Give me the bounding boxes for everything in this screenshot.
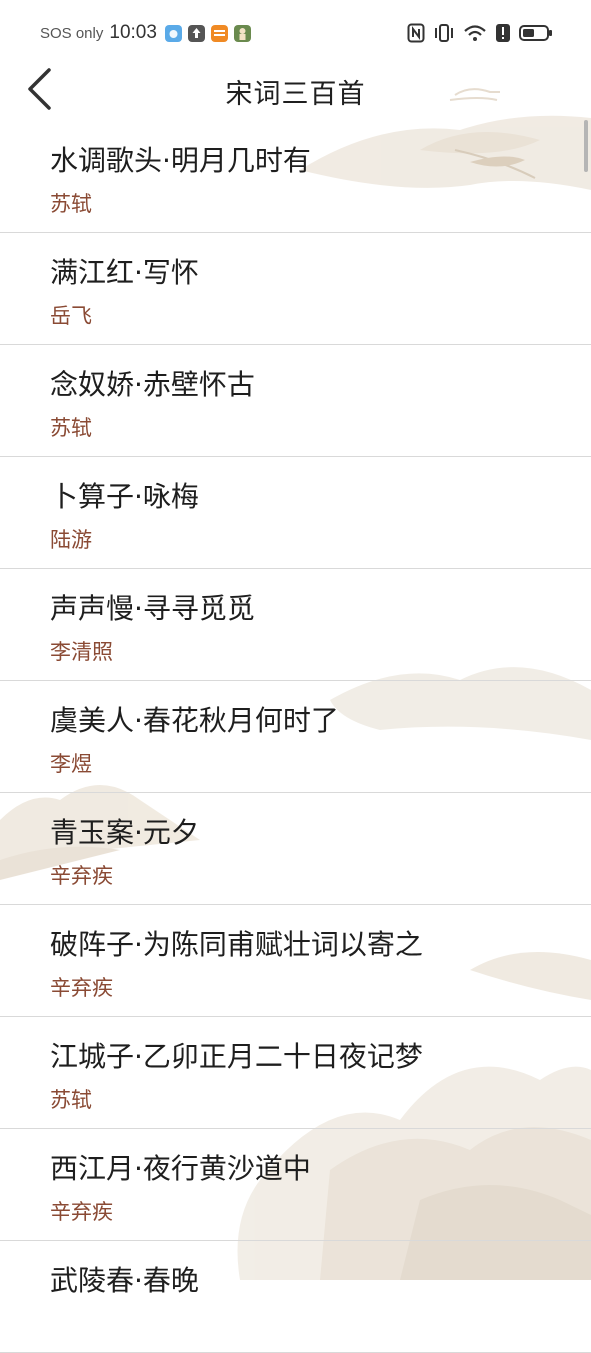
alert-icon [496,24,510,42]
poem-title: 青玉案·元夕 [50,816,199,849]
poem-author: 李清照 [50,640,113,664]
status-bar: SOS only 10:03 [0,0,591,64]
page-title: 宋词三百首 [225,79,366,110]
poem-list-item[interactable]: 西江月·夜行黄沙道中 辛弃疾 [0,1129,591,1241]
poem-author: 陆游 [50,528,92,552]
poem-title: 卜算子·咏梅 [50,480,199,513]
poem-title: 满江红·写怀 [50,256,199,289]
poem-list-item[interactable]: 满江红·写怀 岳飞 [0,233,591,345]
poem-title: 念奴娇·赤壁怀古 [50,368,255,401]
poem-author: 苏轼 [50,192,92,216]
carrier-label: SOS only [40,24,104,42]
poem-author: 苏轼 [50,416,92,440]
poem-title: 武陵春·春晚 [50,1264,199,1297]
upload-app-icon [187,24,205,42]
reader-app-icon [210,24,228,42]
poem-author: 苏轼 [50,1088,92,1112]
poem-list-item[interactable]: 虞美人·春花秋月何时了 李煜 [0,681,591,793]
poem-author: 辛弃疾 [50,864,113,888]
game-app-icon [233,24,251,42]
poem-list-item[interactable]: 江城子·乙卯正月二十日夜记梦 苏轼 [0,1017,591,1129]
poem-list-item[interactable]: 声声慢·寻寻觅觅 李清照 [0,569,591,681]
vibrate-icon [435,24,453,42]
poem-author: 李煜 [50,752,92,776]
poem-list-item[interactable]: 水调歌头·明月几时有 苏轼 [0,121,591,233]
nfc-icon [407,23,425,43]
poem-title: 西江月·夜行黄沙道中 [50,1152,311,1185]
app-header: 宋词三百首 [0,64,591,118]
poem-title: 破阵子·为陈同甫赋壮词以寄之 [50,928,423,961]
clock: 10:03 [109,22,157,43]
poem-list-item[interactable]: 破阵子·为陈同甫赋壮词以寄之 辛弃疾 [0,905,591,1017]
poem-author: 岳飞 [50,304,92,328]
poem-list-item[interactable]: 青玉案·元夕 辛弃疾 [0,793,591,905]
poem-title: 声声慢·寻寻觅觅 [50,592,255,625]
wifi-icon [464,25,486,41]
poem-list-item[interactable]: 卜算子·咏梅 陆游 [0,457,591,569]
poem-list-item[interactable]: 武陵春·春晚 [0,1241,591,1353]
weather-app-icon [164,24,182,42]
scrollbar[interactable] [584,120,588,172]
poem-list-item[interactable]: 念奴娇·赤壁怀古 苏轼 [0,345,591,457]
poem-title: 虞美人·春花秋月何时了 [50,704,339,737]
poem-title: 江城子·乙卯正月二十日夜记梦 [50,1040,423,1073]
battery-icon [519,25,552,41]
poem-author: 辛弃疾 [50,976,113,1000]
poem-author: 辛弃疾 [50,1200,113,1224]
poem-title: 水调歌头·明月几时有 [50,144,311,177]
poem-list: 水调歌头·明月几时有 苏轼 满江红·写怀 岳飞 念奴娇·赤壁怀古 苏轼 卜算子·… [0,121,591,1353]
